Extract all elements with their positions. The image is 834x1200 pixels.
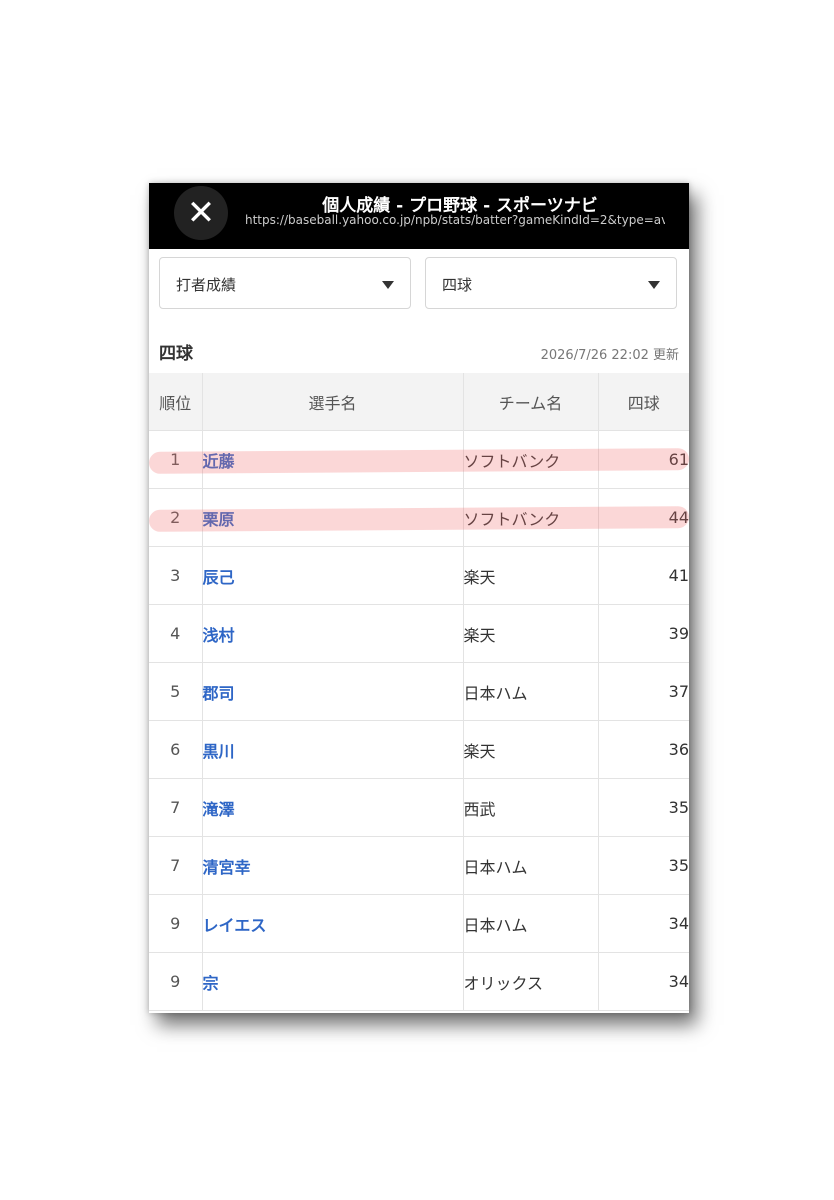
column-header-team[interactable]: チーム名 bbox=[463, 373, 599, 431]
team-cell: 楽天 bbox=[463, 604, 599, 663]
walks-cell: 34 bbox=[598, 952, 689, 1011]
rank-cell: 5 bbox=[149, 662, 203, 721]
team-cell: ソフトバンク bbox=[463, 430, 599, 489]
walks-cell: 34 bbox=[598, 894, 689, 953]
table-row: 5 郡司 日本ハム 37 bbox=[149, 662, 689, 721]
table-row: 7 清宮幸 日本ハム 35 bbox=[149, 836, 689, 895]
player-link[interactable]: 黒川 bbox=[202, 720, 464, 779]
column-header-rank[interactable]: 順位 bbox=[149, 373, 203, 431]
close-icon: ✕ bbox=[186, 193, 216, 233]
table-row: 6 黒川 楽天 36 bbox=[149, 720, 689, 779]
player-link[interactable]: 近藤 bbox=[202, 430, 464, 489]
player-link[interactable]: 清宮幸 bbox=[202, 836, 464, 895]
player-link[interactable]: 郡司 bbox=[202, 662, 464, 721]
ranking-table: 順位 選手名 チーム名 四球 1 近藤 ソフトバンク 61 2 栗原 ソフトバン… bbox=[149, 373, 689, 1011]
table-row: 9 レイエス 日本ハム 34 bbox=[149, 894, 689, 953]
page-url: https://baseball.yahoo.co.jp/npb/stats/b… bbox=[245, 213, 665, 227]
updated-timestamp: 2026/7/26 22:02 更新 bbox=[540, 348, 679, 363]
player-link[interactable]: 栗原 bbox=[202, 488, 464, 547]
walks-cell: 44 bbox=[598, 488, 689, 547]
rank-cell: 2 bbox=[149, 488, 203, 547]
player-link[interactable]: 宗 bbox=[202, 952, 464, 1011]
team-cell: 日本ハム bbox=[463, 836, 599, 895]
rank-cell: 1 bbox=[149, 430, 203, 489]
browser-top-bar: ✕ 個人成績 - プロ野球 - スポーツナビ https://baseball.… bbox=[149, 183, 689, 249]
walks-cell: 35 bbox=[598, 778, 689, 837]
rank-cell: 9 bbox=[149, 894, 203, 953]
dropdown-arrow-icon bbox=[648, 281, 660, 289]
rank-cell: 4 bbox=[149, 604, 203, 663]
rank-cell: 7 bbox=[149, 778, 203, 837]
section-title: 四球 bbox=[159, 344, 193, 364]
table-row: 7 滝澤 西武 35 bbox=[149, 778, 689, 837]
team-cell: ソフトバンク bbox=[463, 488, 599, 547]
rank-cell: 3 bbox=[149, 546, 203, 605]
rank-cell: 7 bbox=[149, 836, 203, 895]
category-select-value: 打者成績 bbox=[176, 276, 237, 294]
walks-cell: 35 bbox=[598, 836, 689, 895]
dropdown-arrow-icon bbox=[382, 281, 394, 289]
close-button[interactable]: ✕ bbox=[174, 186, 228, 240]
screenshot-card: ✕ 個人成績 - プロ野球 - スポーツナビ https://baseball.… bbox=[149, 183, 689, 1013]
walks-cell: 36 bbox=[598, 720, 689, 779]
stat-select[interactable]: 四球 bbox=[425, 257, 677, 309]
team-cell: 楽天 bbox=[463, 720, 599, 779]
table-row: 3 辰己 楽天 41 bbox=[149, 546, 689, 605]
rank-cell: 9 bbox=[149, 952, 203, 1011]
column-header-walks[interactable]: 四球 bbox=[598, 373, 689, 431]
column-header-player[interactable]: 選手名 bbox=[202, 373, 464, 431]
team-cell: 楽天 bbox=[463, 546, 599, 605]
table-row: 4 浅村 楽天 39 bbox=[149, 604, 689, 663]
table-row: 2 栗原 ソフトバンク 44 bbox=[149, 488, 689, 547]
team-cell: 日本ハム bbox=[463, 662, 599, 721]
walks-cell: 39 bbox=[598, 604, 689, 663]
table-row: 9 宗 オリックス 34 bbox=[149, 952, 689, 1011]
team-cell: オリックス bbox=[463, 952, 599, 1011]
rank-cell: 6 bbox=[149, 720, 203, 779]
team-cell: 日本ハム bbox=[463, 894, 599, 953]
player-link[interactable]: 辰己 bbox=[202, 546, 464, 605]
player-link[interactable]: 滝澤 bbox=[202, 778, 464, 837]
stat-select-value: 四球 bbox=[442, 276, 473, 294]
category-select[interactable]: 打者成績 bbox=[159, 257, 411, 309]
player-link[interactable]: 浅村 bbox=[202, 604, 464, 663]
team-cell: 西武 bbox=[463, 778, 599, 837]
walks-cell: 41 bbox=[598, 546, 689, 605]
player-link[interactable]: レイエス bbox=[202, 894, 464, 953]
table-header-row: 順位 選手名 チーム名 四球 bbox=[149, 373, 689, 431]
table-row: 1 近藤 ソフトバンク 61 bbox=[149, 430, 689, 489]
walks-cell: 37 bbox=[598, 662, 689, 721]
walks-cell: 61 bbox=[598, 430, 689, 489]
